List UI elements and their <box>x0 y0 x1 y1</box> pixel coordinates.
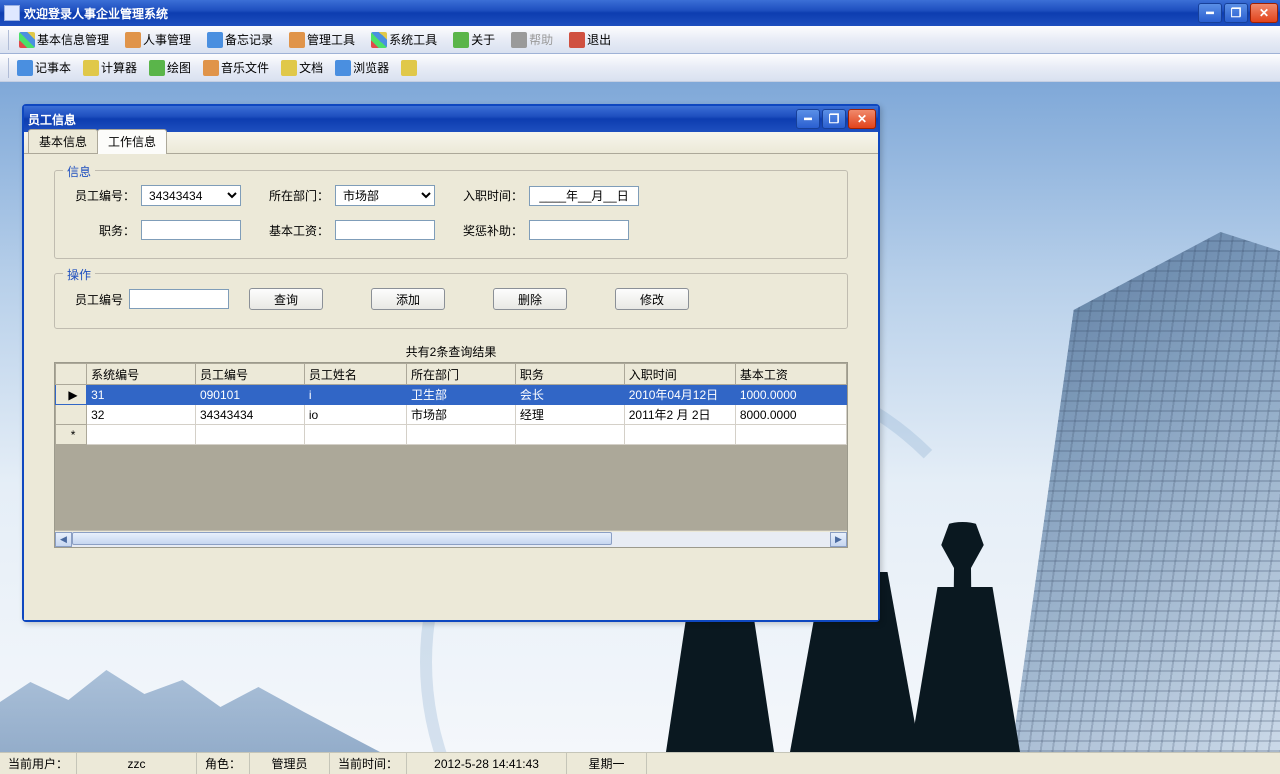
status-role-value: 管理员 <box>250 753 330 774</box>
minimize-button[interactable]: ━ <box>1198 3 1222 23</box>
exit-icon <box>569 32 585 48</box>
cube-icon <box>19 32 35 48</box>
child-title: 员工信息 <box>28 111 76 128</box>
employee-info-window[interactable]: 员工信息 ━ ❐ ✕ 基本信息 工作信息 信息 员工编号： <box>22 104 880 622</box>
delete-button[interactable]: 删除 <box>493 288 567 310</box>
menu-basic-info[interactable]: 基本信息管理 <box>11 29 117 50</box>
tool-music[interactable]: 音乐文件 <box>197 57 275 78</box>
main-titlebar[interactable]: 欢迎登录人事企业管理系统 ━ ❐ ✕ <box>0 0 1280 26</box>
menu-admin-tools[interactable]: 管理工具 <box>281 29 363 50</box>
calculator-icon <box>83 60 99 76</box>
scroll-thumb[interactable] <box>72 532 612 545</box>
status-time-value: 2012-5-28 14:41:43 <box>407 753 567 774</box>
help-icon <box>511 32 527 48</box>
tab-basic-info[interactable]: 基本信息 <box>28 129 98 153</box>
row-marker[interactable]: ▶ <box>56 385 87 405</box>
result-caption: 共有2条查询结果 <box>54 343 848 360</box>
menu-exit[interactable]: 退出 <box>561 29 619 50</box>
menu-system-tools[interactable]: 系统工具 <box>363 29 445 50</box>
info-icon <box>453 32 469 48</box>
status-user-label: 当前用户： <box>0 753 77 774</box>
department-label: 所在部门： <box>269 187 329 204</box>
bonus-input[interactable] <box>529 220 629 240</box>
scroll-left-button[interactable]: ◀ <box>55 532 72 547</box>
col-name[interactable]: 员工姓名 <box>304 364 406 385</box>
col-position[interactable]: 职务 <box>515 364 624 385</box>
info-group: 信息 员工编号： 34343434 所在部门： 市场部 入职时间： 职务： <box>54 170 848 259</box>
base-salary-input[interactable] <box>335 220 435 240</box>
add-button[interactable]: 添加 <box>371 288 445 310</box>
child-minimize-button[interactable]: ━ <box>796 109 820 129</box>
query-button[interactable]: 查询 <box>249 288 323 310</box>
col-base-salary[interactable]: 基本工资 <box>735 364 846 385</box>
toolbar: 记事本 计算器 绘图 音乐文件 文档 浏览器 <box>0 54 1280 82</box>
tool-paint[interactable]: 绘图 <box>143 57 197 78</box>
note-icon <box>207 32 223 48</box>
status-weekday-value: 星期一 <box>567 753 647 774</box>
child-maximize-button[interactable]: ❐ <box>822 109 846 129</box>
table-row[interactable]: ▶ 31 090101 i 卫生部 会长 2010年04月12日 1000.00… <box>56 385 847 405</box>
scroll-track[interactable] <box>72 532 830 547</box>
info-group-title: 信息 <box>63 163 95 180</box>
notepad-icon <box>17 60 33 76</box>
scroll-right-button[interactable]: ▶ <box>830 532 847 547</box>
tabstrip: 基本信息 工作信息 <box>24 132 878 154</box>
col-employee-id[interactable]: 员工编号 <box>195 364 304 385</box>
document-icon <box>281 60 297 76</box>
client-area: 员工信息 ━ ❐ ✕ 基本信息 工作信息 信息 员工编号： <box>0 82 1280 752</box>
tool-docs[interactable]: 文档 <box>275 57 329 78</box>
row-marker[interactable] <box>56 405 87 425</box>
col-system-id[interactable]: 系统编号 <box>87 364 196 385</box>
menu-about[interactable]: 关于 <box>445 29 503 50</box>
paint-icon <box>149 60 165 76</box>
maximize-button[interactable]: ❐ <box>1224 3 1248 23</box>
ops-group: 操作 员工编号 查询 添加 删除 修改 <box>54 273 848 329</box>
music-icon <box>203 60 219 76</box>
butterfly-icon <box>371 32 387 48</box>
table-row[interactable]: 32 34343434 io 市场部 经理 2011年2 月 2日 8000.0… <box>56 405 847 425</box>
tools-icon <box>289 32 305 48</box>
main-title: 欢迎登录人事企业管理系统 <box>24 5 168 22</box>
tool-calculator[interactable]: 计算器 <box>77 57 143 78</box>
menu-hr[interactable]: 人事管理 <box>117 29 199 50</box>
ops-group-title: 操作 <box>63 266 95 283</box>
modify-button[interactable]: 修改 <box>615 288 689 310</box>
hire-date-label: 入职时间： <box>463 187 523 204</box>
menu-help[interactable]: 帮助 <box>503 29 561 50</box>
tool-search[interactable] <box>395 58 425 78</box>
people-icon <box>125 32 141 48</box>
app-icon <box>4 5 20 21</box>
menu-memo[interactable]: 备忘记录 <box>199 29 281 50</box>
close-button[interactable]: ✕ <box>1250 3 1278 23</box>
row-header-col[interactable] <box>56 364 87 385</box>
status-time-label: 当前时间： <box>330 753 407 774</box>
data-grid[interactable]: 系统编号 员工编号 员工姓名 所在部门 职务 入职时间 基本工资 ▶ 31 <box>54 362 848 548</box>
tab-work-info[interactable]: 工作信息 <box>97 129 167 154</box>
query-id-label: 员工编号 <box>75 291 123 308</box>
tool-notepad[interactable]: 记事本 <box>11 57 77 78</box>
col-department[interactable]: 所在部门 <box>407 364 516 385</box>
col-hire-date[interactable]: 入职时间 <box>624 364 735 385</box>
department-select[interactable]: 市场部 <box>335 185 435 206</box>
menubar: 基本信息管理 人事管理 备忘记录 管理工具 系统工具 关于 帮助 退出 <box>0 26 1280 54</box>
position-input[interactable] <box>141 220 241 240</box>
grid-header-row: 系统编号 员工编号 员工姓名 所在部门 职务 入职时间 基本工资 <box>56 364 847 385</box>
search-icon <box>401 60 417 76</box>
query-id-input[interactable] <box>129 289 229 309</box>
employee-id-label: 员工编号： <box>75 187 135 204</box>
position-label: 职务： <box>99 222 135 239</box>
table-new-row[interactable]: * <box>56 425 847 445</box>
base-salary-label: 基本工资： <box>269 222 329 239</box>
status-role-label: 角色： <box>197 753 250 774</box>
statusbar: 当前用户： zzc 角色： 管理员 当前时间： 2012-5-28 14:41:… <box>0 752 1280 774</box>
employee-id-select[interactable]: 34343434 <box>141 185 241 206</box>
bonus-label: 奖惩补助： <box>463 222 523 239</box>
tool-browser[interactable]: 浏览器 <box>329 57 395 78</box>
horizontal-scrollbar[interactable]: ◀ ▶ <box>55 530 847 547</box>
browser-icon <box>335 60 351 76</box>
status-user-value: zzc <box>77 753 197 774</box>
hire-date-input[interactable] <box>529 186 639 206</box>
child-close-button[interactable]: ✕ <box>848 109 876 129</box>
row-marker-new[interactable]: * <box>56 425 87 445</box>
